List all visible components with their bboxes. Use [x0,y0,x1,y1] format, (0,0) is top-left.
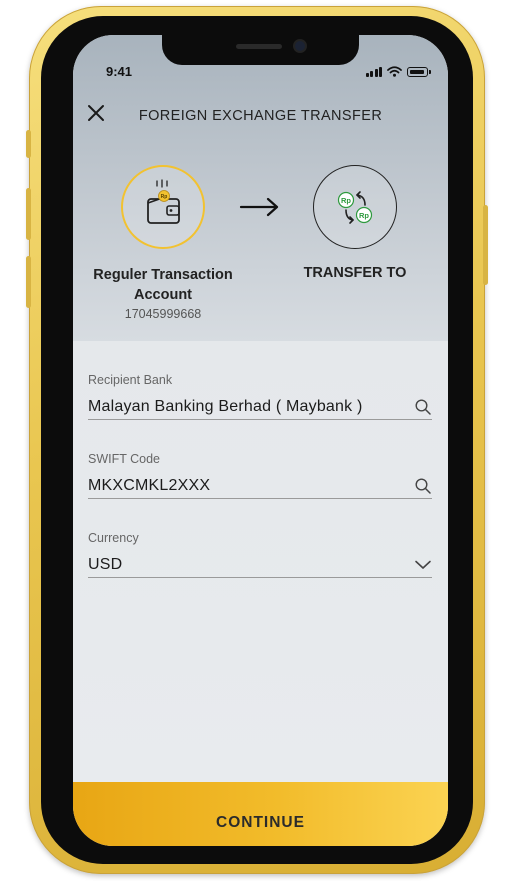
header-area: 9:41 FOREIGN EXCHANGE TRANSFER Rp Rp Rp … [73,35,448,341]
source-account-circle[interactable]: Rp [121,165,205,249]
phone-volume-down [26,256,31,308]
phone-volume-up [26,188,31,240]
recipient-bank-search-button[interactable] [414,398,432,416]
source-account-number: 17045999668 [124,307,202,321]
currency-dropdown-button[interactable] [414,556,432,574]
source-account-name: Reguler Transaction Account [93,267,233,303]
svg-text:Rp: Rp [341,195,351,204]
wallet-icon: Rp [147,179,180,224]
svg-text:Rp: Rp [161,194,168,200]
phone-power-button [483,205,488,285]
phone-silent-switch [26,130,31,158]
destination-account-circle[interactable]: Rp Rp [313,165,397,249]
chevron-down-icon [415,560,431,569]
arrow-right-icon [239,197,279,217]
currency-value: USD [88,556,123,573]
currency-select[interactable]: USD [88,553,432,578]
transfer-to-label: TRANSFER TO [303,265,407,281]
recipient-bank-label: Recipient Bank [88,373,173,387]
battery-icon [407,67,431,77]
transfer-form: Recipient Bank Malayan Banking Berhad ( … [73,341,448,782]
swift-code-search-button[interactable] [414,477,432,495]
speaker-grille [236,44,282,49]
cellular-signal-icon [365,66,382,77]
phone-notch [162,35,359,65]
page-title: FOREIGN EXCHANGE TRANSFER [138,108,383,124]
swift-code-field[interactable]: SWIFT Code MKXCMKL2XXX [88,452,432,499]
swift-code-input[interactable]: MKXCMKL2XXX [88,474,432,499]
wifi-icon [387,66,402,77]
search-icon [415,399,431,415]
swift-code-value: MKXCMKL2XXX [88,477,211,494]
currency-field[interactable]: Currency USD [88,531,432,578]
status-icons [365,66,431,77]
app-screen: 9:41 FOREIGN EXCHANGE TRANSFER Rp Rp Rp … [73,35,448,846]
currency-label: Currency [88,531,139,545]
recipient-bank-field[interactable]: Recipient Bank Malayan Banking Berhad ( … [88,373,432,420]
recipient-bank-value: Malayan Banking Berhad ( Maybank ) [88,398,363,415]
swift-code-label: SWIFT Code [88,452,161,466]
front-camera [295,41,305,51]
search-icon [415,478,431,494]
recipient-bank-input[interactable]: Malayan Banking Berhad ( Maybank ) [88,395,432,420]
currency-exchange-icon: Rp Rp [337,190,372,224]
svg-text:Rp: Rp [359,210,369,219]
continue-button[interactable]: CONTINUE [73,782,448,846]
status-time: 9:41 [106,64,133,79]
continue-button-label: CONTINUE [216,814,305,831]
